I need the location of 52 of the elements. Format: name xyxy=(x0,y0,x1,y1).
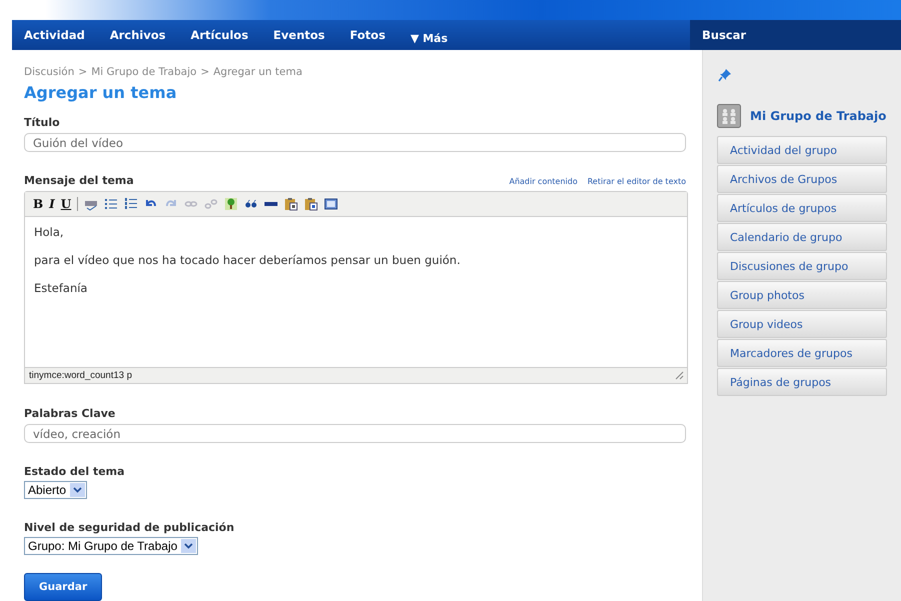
status-dropdown[interactable]: Abierto xyxy=(24,481,88,499)
editor-content[interactable]: Hola, para el vídeo que nos ha tocado hacer deberíamos pensar un buen guión. Estefanía xyxy=(25,217,687,367)
group-menu-item[interactable]: Páginas de grupos xyxy=(717,368,887,396)
breadcrumb-link[interactable]: Mi Grupo de Trabajo xyxy=(91,66,197,78)
field-label: Nivel de seguridad de publicación xyxy=(24,521,234,534)
save-button[interactable]: Guardar xyxy=(24,573,102,601)
window-icon[interactable] xyxy=(324,197,338,211)
more-menu[interactable]: ▼ Más xyxy=(410,32,448,46)
group-menu-item[interactable]: Artículos de grupos xyxy=(717,194,887,222)
field-label: Palabras Clave xyxy=(24,407,116,420)
group-menu-item[interactable]: Actividad del grupo xyxy=(717,136,887,164)
tree-image-icon[interactable] xyxy=(224,197,238,211)
breadcrumb-link[interactable]: Agregar un tema xyxy=(213,66,302,78)
resize-grip-icon[interactable] xyxy=(675,371,684,380)
nav-link[interactable]: Fotos xyxy=(350,28,386,42)
group-menu-item[interactable]: Calendario de grupo xyxy=(717,223,887,251)
clipboard-icon[interactable] xyxy=(304,197,318,211)
underline-button[interactable]: U xyxy=(60,197,72,211)
page-title: Agregar un tema xyxy=(24,83,177,102)
nav-link[interactable]: Eventos xyxy=(273,28,325,42)
field-label: Mensaje del tema xyxy=(24,174,134,187)
nav-link[interactable]: Actividad xyxy=(24,28,85,42)
group-name-link[interactable]: Mi Grupo de Trabajo xyxy=(750,109,886,123)
group-menu-item[interactable]: Marcadores de grupos xyxy=(717,339,887,367)
title-field[interactable]: Guión del vídeo xyxy=(24,133,686,152)
clipboard-icon[interactable] xyxy=(284,197,298,211)
group-menu-item[interactable]: Group photos xyxy=(717,281,887,309)
field-label: Título xyxy=(24,116,60,129)
group-menu-item[interactable]: Archivos de Grupos xyxy=(717,165,887,193)
access-dropdown[interactable]: Grupo: Mi Grupo de Trabajo xyxy=(24,537,198,555)
field-label: Estado del tema xyxy=(24,465,125,478)
message-paragraph: Estefanía xyxy=(34,281,88,295)
nav-link[interactable]: Archivos xyxy=(110,28,166,42)
word-count: tinymce:word_count13 p xyxy=(29,370,132,381)
bold-button[interactable]: B xyxy=(33,197,44,211)
editor-link[interactable]: Retirar el editor de texto xyxy=(587,177,686,186)
keywords-field[interactable]: vídeo, creación xyxy=(24,424,686,443)
message-paragraph: Hola, xyxy=(34,225,65,239)
group-menu-item[interactable]: Group videos xyxy=(717,310,887,338)
italic-button[interactable]: I xyxy=(49,197,55,211)
nav-link[interactable]: Artículos xyxy=(190,28,248,42)
group-avatar-icon xyxy=(717,104,741,128)
numbered-list-icon[interactable] xyxy=(124,197,138,211)
breadcrumb-link[interactable]: Discusión xyxy=(24,66,74,78)
editor-link[interactable]: Añadir contenido xyxy=(509,177,578,186)
message-paragraph: para el vídeo que nos ha tocado hacer deberíamos pensar un buen guión. xyxy=(34,253,462,267)
bullet-list-icon[interactable] xyxy=(104,197,118,211)
group-menu-item[interactable]: Discusiones de grupo xyxy=(717,252,887,280)
breadcrumb-separator: > xyxy=(200,66,210,78)
pin-icon[interactable] xyxy=(718,68,732,82)
breadcrumb-separator: > xyxy=(78,66,88,78)
search-label[interactable]: Buscar xyxy=(702,28,746,42)
